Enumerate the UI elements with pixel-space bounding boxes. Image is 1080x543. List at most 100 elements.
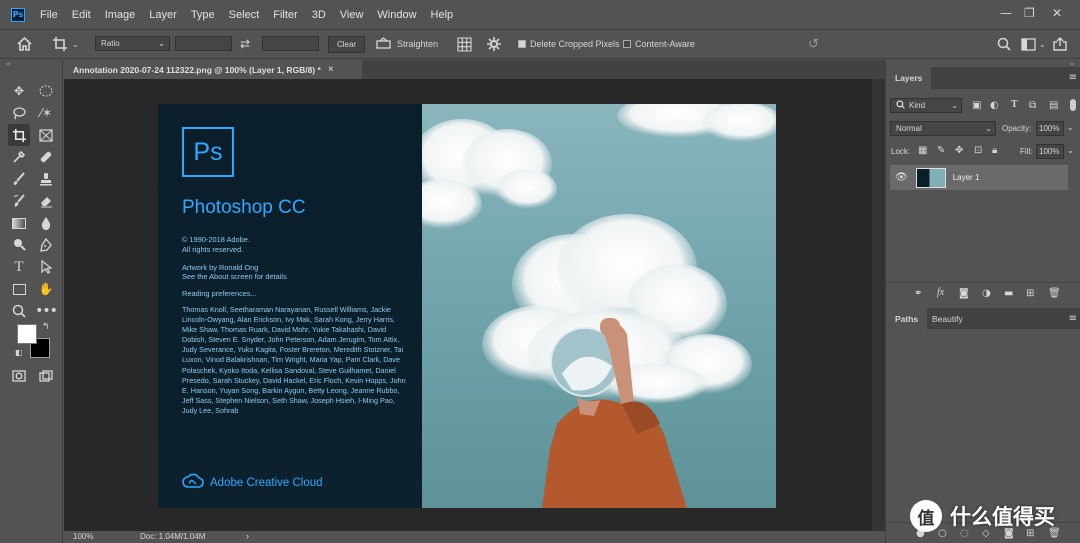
tab-beautify[interactable]: Beautify (923, 308, 972, 329)
layer-style-icon[interactable]: fx (937, 287, 944, 298)
gradient-tool-icon[interactable] (8, 212, 30, 234)
adjustment-layer-icon[interactable]: ◑ (982, 288, 991, 299)
zoom-level[interactable]: 100% (73, 532, 93, 541)
dodge-tool-icon[interactable] (8, 234, 30, 256)
chevron-down-icon[interactable]: ⌄ (1067, 123, 1074, 132)
filter-shape-icon[interactable]: ⧉ (1029, 100, 1036, 111)
screen-mode-icon[interactable] (35, 365, 57, 387)
lock-transparent-icon[interactable]: ▦ (918, 145, 927, 156)
magic-wand-tool-icon[interactable]: ⁄✶ (35, 102, 57, 124)
opacity-field[interactable]: 100% (1036, 121, 1064, 136)
new-group-icon[interactable]: ▬ (1004, 288, 1013, 299)
pen-tool-icon[interactable] (35, 234, 57, 256)
menu-edit[interactable]: Edit (65, 9, 98, 21)
lock-all-icon[interactable]: 🔒︎ (992, 145, 997, 156)
lasso-tool-icon[interactable] (8, 102, 30, 124)
search-icon[interactable] (997, 34, 1011, 54)
layer-row[interactable]: 👁︎ Layer 1 (890, 165, 1068, 190)
more-tools-icon[interactable]: ••• (35, 300, 58, 322)
hand-tool-icon[interactable]: ✋ (35, 278, 57, 300)
collapse-icon[interactable]: « (6, 60, 10, 68)
photoshop-logo-icon[interactable]: Ps (11, 7, 25, 22)
history-brush-tool-icon[interactable] (8, 190, 30, 212)
swap-arrows-icon[interactable]: ⇄ (240, 34, 250, 54)
crop-tool-preset-icon[interactable]: ⌄ (52, 34, 79, 54)
frame-tool-icon[interactable] (35, 124, 57, 146)
height-field[interactable] (262, 36, 319, 51)
layer-name[interactable]: Layer 1 (953, 173, 980, 182)
filter-kind-select[interactable]: Kind ⌄ (890, 98, 962, 113)
share-icon[interactable] (1053, 34, 1067, 54)
rectangle-tool-icon[interactable] (8, 278, 30, 300)
new-layer-icon[interactable]: ⊞ (1026, 288, 1034, 299)
brush-tool-icon[interactable] (8, 168, 30, 190)
reset-icon[interactable]: ↺ (808, 34, 819, 54)
menu-select[interactable]: Select (222, 9, 267, 21)
healing-brush-tool-icon[interactable] (35, 146, 57, 168)
eraser-tool-icon[interactable] (35, 190, 57, 212)
tab-layers[interactable]: Layers (886, 67, 932, 89)
lock-image-icon[interactable]: ✎ (937, 145, 945, 156)
eyedropper-tool-icon[interactable] (8, 146, 30, 168)
filter-smart-object-icon[interactable]: ▤ (1049, 100, 1058, 111)
gear-icon[interactable] (487, 34, 501, 54)
close-tab-icon[interactable]: × (328, 64, 334, 75)
status-bar: 100% Doc: 1.04M/1.04M › (64, 531, 885, 543)
fill-field[interactable]: 100% (1036, 144, 1064, 159)
lock-position-icon[interactable]: ✥ (955, 145, 963, 156)
swap-colors-icon[interactable]: ↰ (42, 322, 50, 332)
blur-tool-icon[interactable] (35, 212, 57, 234)
marquee-tool-icon[interactable] (35, 80, 57, 102)
crop-tool-icon[interactable] (8, 124, 30, 146)
filter-toggle[interactable] (1070, 99, 1076, 111)
menu-file[interactable]: File (33, 9, 65, 21)
move-tool-icon[interactable]: ✥ (8, 80, 30, 102)
zoom-tool-icon[interactable] (8, 300, 30, 322)
add-mask-icon[interactable]: ◙ (959, 288, 969, 299)
clone-stamp-tool-icon[interactable] (35, 168, 57, 190)
straighten-button[interactable]: Straighten (376, 34, 438, 54)
quick-mask-icon[interactable] (8, 365, 30, 387)
document-tab[interactable]: Annotation 2020-07-24 112322.png @ 100% … (64, 60, 362, 79)
chevron-down-icon: ⌄ (951, 101, 958, 110)
delete-layer-icon[interactable]: 🗑︎ (1048, 288, 1061, 299)
filter-pixel-icon[interactable]: ▣ (972, 100, 981, 111)
home-icon[interactable] (17, 34, 32, 54)
chevron-down-icon[interactable]: ⌄ (1067, 146, 1074, 155)
straighten-label: Straighten (397, 39, 439, 49)
workspace-icon[interactable]: ⌄ (1021, 34, 1046, 54)
width-field[interactable] (175, 36, 232, 51)
menu-image[interactable]: Image (98, 9, 143, 21)
tab-paths[interactable]: Paths (886, 308, 928, 329)
panel-menu-icon[interactable]: ≡ (1069, 72, 1077, 83)
type-tool-icon[interactable]: T (8, 256, 30, 278)
blend-mode-select[interactable]: Normal ⌄ (890, 121, 996, 136)
delete-cropped-checkbox[interactable]: Delete Cropped Pixels (518, 34, 620, 54)
content-aware-checkbox[interactable]: Content-Aware (623, 34, 695, 54)
lock-artboard-icon[interactable]: ⊡ (974, 145, 982, 156)
status-menu-icon[interactable]: › (246, 531, 249, 541)
panel-menu-icon[interactable]: ≡ (1069, 313, 1077, 324)
menu-3d[interactable]: 3D (305, 9, 333, 21)
menu-help[interactable]: Help (424, 9, 461, 21)
filter-adjustment-icon[interactable]: ◐ (990, 100, 999, 111)
visibility-eye-icon[interactable]: 👁︎ (895, 172, 908, 183)
menu-filter[interactable]: Filter (266, 9, 304, 21)
grid-overlay-icon[interactable] (457, 34, 472, 54)
menu-view[interactable]: View (333, 9, 371, 21)
minimize-button[interactable]: — (1000, 6, 1012, 20)
menu-layer[interactable]: Layer (142, 9, 184, 21)
menu-type[interactable]: Type (184, 9, 222, 21)
watermark-text: 什么值得买 (950, 505, 1055, 529)
restore-button[interactable]: ❐ (1024, 6, 1035, 20)
filter-type-icon[interactable]: T (1011, 99, 1018, 110)
close-window-button[interactable]: ✕ (1052, 6, 1062, 20)
menu-window[interactable]: Window (370, 9, 423, 21)
link-layers-icon[interactable]: ⚭ (914, 288, 922, 299)
default-colors-icon[interactable]: ◧ (15, 348, 23, 357)
foreground-color-swatch-top[interactable] (17, 324, 37, 344)
clear-button[interactable]: Clear (328, 36, 365, 53)
path-selection-tool-icon[interactable] (35, 256, 57, 278)
vertical-scrollbar[interactable] (872, 79, 885, 531)
ratio-select[interactable]: Ratio ⌄ (95, 36, 170, 51)
